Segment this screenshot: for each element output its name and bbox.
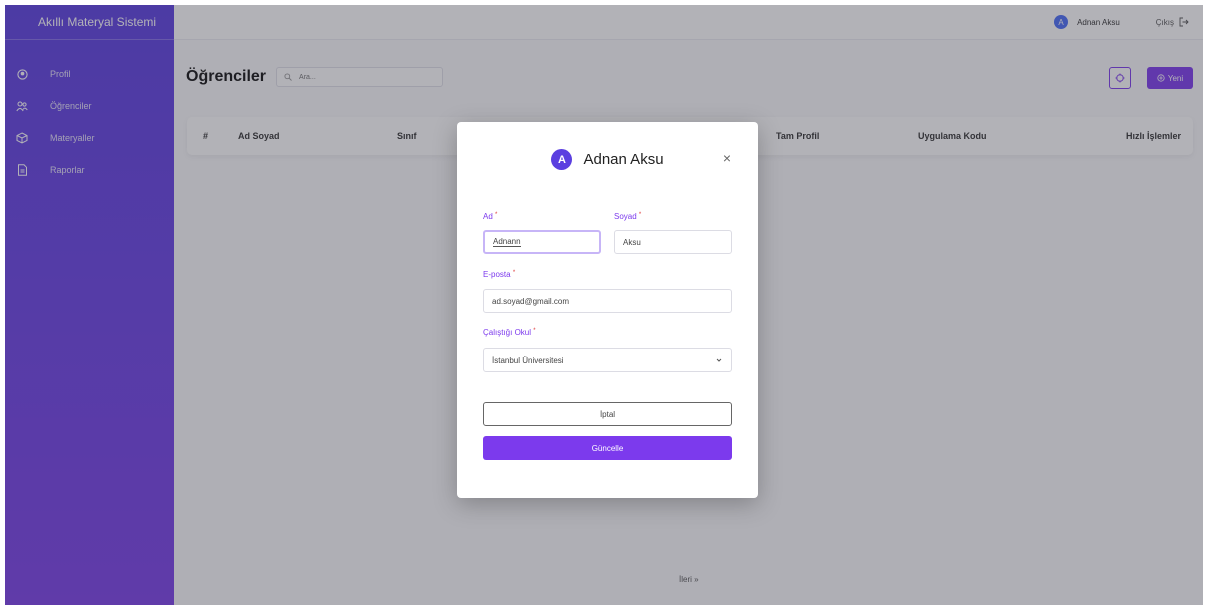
school-label: Çalıştığı Okul *	[483, 328, 536, 337]
dialog-header: A Adnan Aksu	[457, 149, 758, 170]
school-select[interactable]: İstanbul Üniversitesi	[483, 348, 732, 372]
email-field[interactable]: ad.soyad@gmail.com	[483, 289, 732, 313]
close-icon[interactable]: ×	[723, 150, 731, 166]
last-name-label: Soyad *	[614, 212, 642, 221]
dialog-title: Adnan Aksu	[583, 151, 664, 168]
cancel-button[interactable]: İptal	[483, 402, 732, 426]
first-name-value: Adnann	[493, 237, 521, 247]
edit-student-dialog: A Adnan Aksu × Ad * Adnann Soyad * Aksu …	[457, 122, 758, 498]
update-button[interactable]: Güncelle	[483, 436, 732, 460]
last-name-value: Aksu	[623, 237, 641, 247]
school-value: İstanbul Üniversitesi	[492, 355, 564, 365]
email-value: ad.soyad@gmail.com	[492, 296, 570, 306]
email-label: E-posta *	[483, 270, 516, 279]
last-name-field[interactable]: Aksu	[614, 230, 732, 254]
first-name-field[interactable]: Adnann	[483, 230, 601, 254]
first-name-label: Ad *	[483, 212, 498, 221]
app-window: Akıllı Materyal Sistemi Profil Öğrencile…	[5, 5, 1203, 605]
avatar: A	[551, 149, 573, 170]
chevron-down-icon	[715, 356, 723, 366]
